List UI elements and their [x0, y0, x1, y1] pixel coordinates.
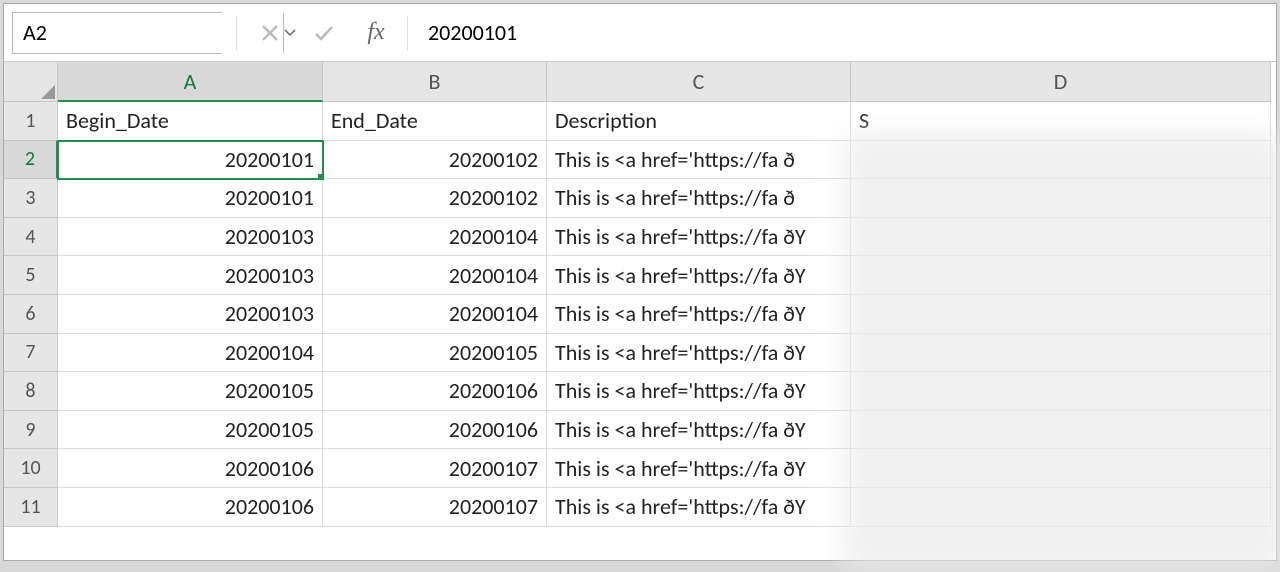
name-box-wrap — [12, 12, 222, 54]
cell-B10[interactable]: 20200107 — [323, 449, 547, 488]
column-header-row: ABCD — [4, 62, 1276, 102]
cell-D9[interactable] — [851, 411, 1271, 450]
cell-B5[interactable]: 20200104 — [323, 256, 547, 295]
table-row: 52020010320200104This is <a href='https:… — [4, 256, 1276, 295]
cell-C7[interactable]: This is <a href='https://fa ðY — [547, 334, 851, 373]
cell-A5[interactable]: 20200103 — [58, 256, 323, 295]
spreadsheet-grid: ABCD 1Begin_DateEnd_DateDescriptionS2202… — [4, 62, 1276, 560]
row-header-7[interactable]: 7 — [4, 334, 58, 373]
cell-D2[interactable] — [851, 141, 1271, 180]
data-rows: 1Begin_DateEnd_DateDescriptionS220200101… — [4, 102, 1276, 560]
cell-D8[interactable] — [851, 372, 1271, 411]
column-header-C[interactable]: C — [547, 62, 851, 102]
separator — [236, 16, 237, 50]
cell-C9[interactable]: This is <a href='https://fa ðY — [547, 411, 851, 450]
cell-D3[interactable] — [851, 179, 1271, 218]
cell-D4[interactable] — [851, 218, 1271, 257]
table-row: 22020010120200102This is <a href='https:… — [4, 141, 1276, 180]
row-header-1[interactable]: 1 — [4, 102, 58, 141]
cell-A1[interactable]: Begin_Date — [58, 102, 323, 141]
table-row: 112020010620200107This is <a href='https… — [4, 488, 1276, 527]
cell-C3[interactable]: This is <a href='https://fa ð — [547, 179, 851, 218]
cell-C11[interactable]: This is <a href='https://fa ðY — [547, 488, 851, 527]
row-header-9[interactable]: 9 — [4, 411, 58, 450]
row-header-3[interactable]: 3 — [4, 179, 58, 218]
cell-C6[interactable]: This is <a href='https://fa ðY — [547, 295, 851, 334]
cell-B3[interactable]: 20200102 — [323, 179, 547, 218]
cell-D7[interactable] — [851, 334, 1271, 373]
enter-icon — [297, 12, 351, 54]
table-row: 92020010520200106This is <a href='https:… — [4, 411, 1276, 450]
cell-D6[interactable] — [851, 295, 1271, 334]
cell-B6[interactable]: 20200104 — [323, 295, 547, 334]
cell-D10[interactable] — [851, 449, 1271, 488]
table-row: 72020010420200105This is <a href='https:… — [4, 334, 1276, 373]
row-header-5[interactable]: 5 — [4, 256, 58, 295]
cell-D5[interactable] — [851, 256, 1271, 295]
cell-A7[interactable]: 20200104 — [58, 334, 323, 373]
cell-C8[interactable]: This is <a href='https://fa ðY — [547, 372, 851, 411]
cell-D11[interactable] — [851, 488, 1271, 527]
cell-B2[interactable]: 20200102 — [323, 141, 547, 180]
cancel-icon — [243, 12, 297, 54]
cell-C5[interactable]: This is <a href='https://fa ðY — [547, 256, 851, 295]
column-header-A[interactable]: A — [58, 62, 323, 102]
cell-C4[interactable]: This is <a href='https://fa ðY — [547, 218, 851, 257]
cell-B7[interactable]: 20200105 — [323, 334, 547, 373]
column-header-B[interactable]: B — [323, 62, 547, 102]
formula-bar: fx — [4, 4, 1276, 62]
cell-B8[interactable]: 20200106 — [323, 372, 547, 411]
row-header-4[interactable]: 4 — [4, 218, 58, 257]
separator — [407, 16, 408, 50]
row-header-11[interactable]: 11 — [4, 488, 58, 527]
cell-A4[interactable]: 20200103 — [58, 218, 323, 257]
cell-A11[interactable]: 20200106 — [58, 488, 323, 527]
excel-window: fx ABCD 1Begin_DateEnd_DateDescriptionS2… — [3, 3, 1277, 561]
table-row: 42020010320200104This is <a href='https:… — [4, 218, 1276, 257]
table-row: 82020010520200106This is <a href='https:… — [4, 372, 1276, 411]
table-row: 62020010320200104This is <a href='https:… — [4, 295, 1276, 334]
cell-C10[interactable]: This is <a href='https://fa ðY — [547, 449, 851, 488]
cell-D1[interactable]: S — [851, 102, 1271, 141]
cell-A10[interactable]: 20200106 — [58, 449, 323, 488]
fx-icon[interactable]: fx — [351, 19, 401, 46]
table-row: 1Begin_DateEnd_DateDescriptionS — [4, 102, 1276, 141]
cell-A3[interactable]: 20200101 — [58, 179, 323, 218]
cell-B9[interactable]: 20200106 — [323, 411, 547, 450]
column-header-D[interactable]: D — [851, 62, 1271, 102]
row-header-8[interactable]: 8 — [4, 372, 58, 411]
cell-B4[interactable]: 20200104 — [323, 218, 547, 257]
cell-C1[interactable]: Description — [547, 102, 851, 141]
row-header-2[interactable]: 2 — [4, 141, 58, 180]
cell-A6[interactable]: 20200103 — [58, 295, 323, 334]
cell-A9[interactable]: 20200105 — [58, 411, 323, 450]
cell-B11[interactable]: 20200107 — [323, 488, 547, 527]
select-all-corner[interactable] — [4, 62, 58, 102]
table-row: 32020010120200102This is <a href='https:… — [4, 179, 1276, 218]
cell-C2[interactable]: This is <a href='https://fa ð — [547, 141, 851, 180]
formula-input[interactable] — [414, 12, 1276, 54]
row-header-6[interactable]: 6 — [4, 295, 58, 334]
row-header-10[interactable]: 10 — [4, 449, 58, 488]
cell-B1[interactable]: End_Date — [323, 102, 547, 141]
table-row: 102020010620200107This is <a href='https… — [4, 449, 1276, 488]
cell-A8[interactable]: 20200105 — [58, 372, 323, 411]
cell-A2[interactable]: 20200101 — [58, 141, 323, 180]
